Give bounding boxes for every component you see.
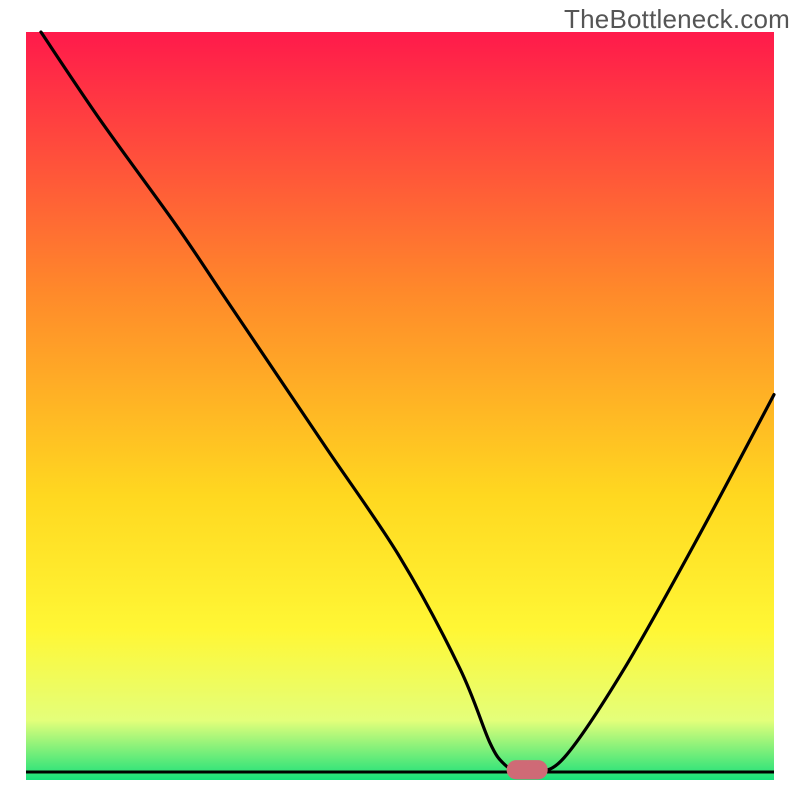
bottleneck-curve bbox=[41, 32, 774, 773]
optimum-marker bbox=[507, 760, 548, 779]
plot-area bbox=[26, 32, 774, 772]
watermark-text: TheBottleneck.com bbox=[564, 4, 790, 35]
bottleneck-chart: TheBottleneck.com bbox=[0, 0, 800, 800]
curve-layer bbox=[26, 32, 774, 772]
